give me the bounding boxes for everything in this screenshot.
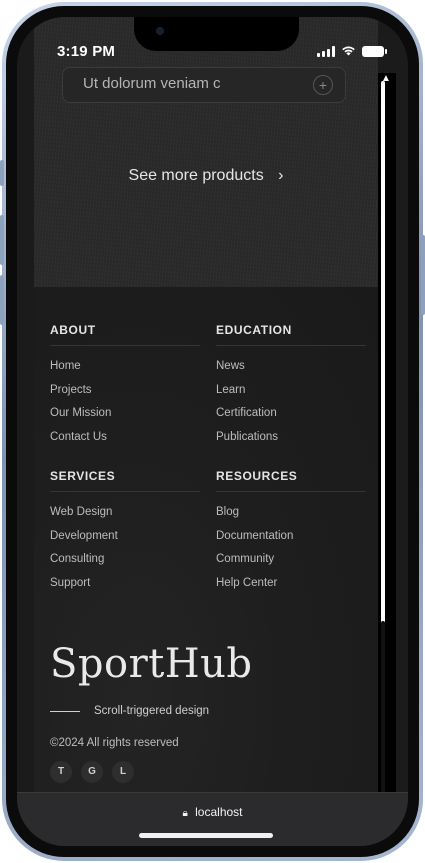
tagline: Scroll-triggered design bbox=[50, 705, 209, 717]
social-link-g[interactable]: G bbox=[81, 761, 103, 783]
volume-down-button bbox=[0, 275, 4, 325]
footer-heading: SERVICES bbox=[50, 469, 200, 492]
footer-link[interactable]: Home bbox=[50, 360, 200, 384]
page-content: Ut dolorum veniam c + See more products … bbox=[17, 17, 408, 804]
home-indicator[interactable] bbox=[139, 833, 273, 838]
footer-link[interactable]: Learn bbox=[216, 384, 366, 408]
footer-link[interactable]: Blog bbox=[216, 506, 366, 530]
signal-icon bbox=[317, 45, 335, 57]
see-more-products-link[interactable]: See more products › bbox=[34, 167, 378, 185]
volume-up-button bbox=[0, 215, 4, 265]
chevron-right-icon: › bbox=[278, 167, 284, 184]
footer-link[interactable]: Development bbox=[50, 530, 200, 554]
social-links: T G L bbox=[50, 761, 134, 783]
footer-link[interactable]: News bbox=[216, 360, 366, 384]
footer-column-services: SERVICES Web Design Development Consulti… bbox=[50, 469, 200, 600]
mute-switch bbox=[0, 160, 4, 186]
url-text: localhost bbox=[195, 805, 243, 819]
site-footer: ABOUT Home Projects Our Mission Contact … bbox=[34, 287, 378, 803]
camera-icon bbox=[156, 27, 164, 35]
notch bbox=[134, 17, 299, 51]
footer-link[interactable]: Contact Us bbox=[50, 431, 200, 455]
browser-url-bar[interactable]: 🔒︎ localhost bbox=[17, 792, 408, 846]
footer-column-resources: RESOURCES Blog Documentation Community H… bbox=[216, 469, 366, 600]
status-icons bbox=[317, 45, 387, 57]
phone-frame: Ut dolorum veniam c + See more products … bbox=[2, 2, 423, 861]
footer-heading: EDUCATION bbox=[216, 323, 366, 346]
status-bar: 3:19 PM bbox=[17, 17, 408, 79]
footer-link[interactable]: Community bbox=[216, 553, 366, 577]
social-link-l[interactable]: L bbox=[112, 761, 134, 783]
footer-column-education: EDUCATION News Learn Certification Publi… bbox=[216, 323, 366, 454]
tagline-divider bbox=[50, 710, 80, 712]
footer-link[interactable]: Documentation bbox=[216, 530, 366, 554]
battery-icon bbox=[362, 45, 387, 57]
footer-link[interactable]: Publications bbox=[216, 431, 366, 455]
footer-link[interactable]: Support bbox=[50, 577, 200, 601]
copyright-text: ©2024 All rights reserved bbox=[50, 737, 179, 749]
url-display[interactable]: 🔒︎ localhost bbox=[17, 805, 408, 819]
brand-logo[interactable]: SportHub bbox=[50, 641, 253, 687]
footer-link[interactable]: Web Design bbox=[50, 506, 200, 530]
footer-link[interactable]: Consulting bbox=[50, 553, 200, 577]
power-button bbox=[421, 235, 425, 315]
footer-heading: RESOURCES bbox=[216, 469, 366, 492]
phone-bezel: Ut dolorum veniam c + See more products … bbox=[6, 6, 419, 857]
footer-link[interactable]: Certification bbox=[216, 407, 366, 431]
footer-link[interactable]: Projects bbox=[50, 384, 200, 408]
footer-link[interactable]: Our Mission bbox=[50, 407, 200, 431]
lock-icon: 🔒︎ bbox=[182, 808, 188, 819]
scrollbar-thumb[interactable] bbox=[381, 621, 385, 801]
see-more-label: See more products bbox=[128, 167, 264, 184]
status-time: 3:19 PM bbox=[57, 43, 116, 60]
footer-heading: ABOUT bbox=[50, 323, 200, 346]
social-link-t[interactable]: T bbox=[50, 761, 72, 783]
footer-link[interactable]: Help Center bbox=[216, 577, 366, 601]
scrollbar[interactable]: ▲ ▼ bbox=[378, 73, 396, 804]
phone-screen: Ut dolorum veniam c + See more products … bbox=[17, 17, 408, 846]
tagline-text: Scroll-triggered design bbox=[94, 705, 210, 717]
wifi-icon bbox=[341, 45, 356, 57]
footer-column-about: ABOUT Home Projects Our Mission Contact … bbox=[50, 323, 200, 454]
